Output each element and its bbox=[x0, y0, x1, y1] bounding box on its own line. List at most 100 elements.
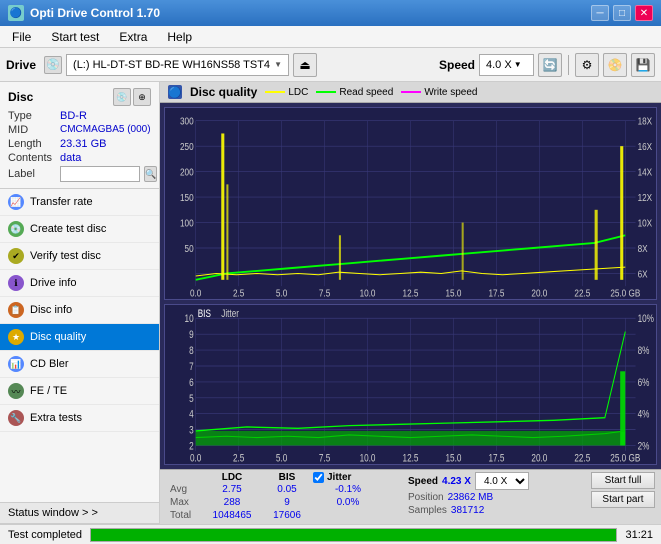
svg-text:8X: 8X bbox=[638, 243, 648, 254]
sidebar-item-disc-quality[interactable]: ★ Disc quality bbox=[0, 324, 159, 351]
svg-text:100: 100 bbox=[180, 218, 194, 229]
main-layout: Disc 💿 ⊕ Type BD-R MID CMCMAGBA5 (000) L… bbox=[0, 82, 661, 524]
speed-select[interactable]: 4.0 X 2.0 X 8.0 X bbox=[475, 472, 529, 490]
menu-bar: File Start test Extra Help bbox=[0, 26, 661, 48]
app-title: Opti Drive Control 1.70 bbox=[30, 6, 160, 20]
svg-text:50: 50 bbox=[185, 243, 194, 254]
max-jitter: 0.0% bbox=[313, 496, 383, 509]
disc-info-icon: 📋 bbox=[8, 302, 24, 318]
svg-text:7: 7 bbox=[189, 361, 194, 373]
svg-text:2.5: 2.5 bbox=[233, 452, 244, 464]
legend-read-speed-color bbox=[316, 91, 336, 93]
sidebar-item-verify-test-disc[interactable]: ✔ Verify test disc bbox=[0, 243, 159, 270]
stats-empty bbox=[166, 472, 202, 483]
position-label: Position bbox=[408, 492, 444, 503]
disc-label-input[interactable] bbox=[60, 166, 140, 182]
menu-help[interactable]: Help bbox=[159, 28, 200, 46]
svg-text:10X: 10X bbox=[638, 218, 653, 229]
sidebar-item-fe-te[interactable]: 〰 FE / TE bbox=[0, 378, 159, 405]
status-window-button[interactable]: Status window > > bbox=[0, 503, 159, 524]
svg-text:10%: 10% bbox=[638, 313, 655, 325]
start-full-button[interactable]: Start full bbox=[591, 472, 655, 489]
verify-test-disc-label: Verify test disc bbox=[30, 250, 101, 262]
maximize-button[interactable]: □ bbox=[613, 5, 631, 21]
max-bis: 9 bbox=[262, 496, 312, 509]
separator bbox=[568, 55, 569, 75]
total-ldc: 1048465 bbox=[202, 509, 262, 522]
nav-items: 📈 Transfer rate 💿 Create test disc ✔ Ver… bbox=[0, 189, 159, 502]
sidebar-item-extra-tests[interactable]: 🔧 Extra tests bbox=[0, 405, 159, 432]
settings-button[interactable]: ⚙ bbox=[575, 53, 599, 77]
close-button[interactable]: ✕ bbox=[635, 5, 653, 21]
start-part-button[interactable]: Start part bbox=[591, 491, 655, 508]
refresh-button[interactable]: 🔄 bbox=[538, 53, 562, 77]
svg-text:10.0: 10.0 bbox=[360, 452, 376, 464]
minimize-button[interactable]: ─ bbox=[591, 5, 609, 21]
svg-text:15.0: 15.0 bbox=[446, 288, 462, 299]
disc-type-value: BD-R bbox=[60, 110, 87, 122]
svg-text:25.0 GB: 25.0 GB bbox=[610, 452, 640, 464]
drive-info-label: Drive info bbox=[30, 277, 76, 289]
svg-text:0.0: 0.0 bbox=[190, 452, 201, 464]
svg-text:12.5: 12.5 bbox=[403, 452, 419, 464]
drive-info-icon: ℹ bbox=[8, 275, 24, 291]
disc-type-row: Type BD-R bbox=[8, 110, 151, 122]
drive-dropdown-value: (L:) HL-DT-ST BD-RE WH16NS58 TST4 bbox=[73, 59, 270, 71]
sidebar-item-drive-info[interactable]: ℹ Drive info bbox=[0, 270, 159, 297]
sidebar-item-cd-bler[interactable]: 📊 CD Bler bbox=[0, 351, 159, 378]
bis-chart-svg: 10 9 8 7 6 5 4 3 2 10% 8% 6% 4% 2% 0.0 bbox=[165, 305, 656, 464]
svg-text:10.0: 10.0 bbox=[360, 288, 376, 299]
media-button[interactable]: 📀 bbox=[603, 53, 627, 77]
app-status-bar: Test completed 31:21 bbox=[0, 524, 661, 544]
legend-ldc-label: LDC bbox=[288, 87, 308, 98]
svg-text:18X: 18X bbox=[638, 116, 653, 127]
disc-action-icon1[interactable]: 💿 bbox=[113, 88, 131, 106]
extra-tests-icon: 🔧 bbox=[8, 410, 24, 426]
cd-bler-label: CD Bler bbox=[30, 358, 69, 370]
svg-text:7.5: 7.5 bbox=[319, 288, 330, 299]
save-button[interactable]: 💾 bbox=[631, 53, 655, 77]
disc-contents-value: data bbox=[60, 152, 81, 164]
disc-length-label: Length bbox=[8, 138, 56, 150]
disc-length-row: Length 23.31 GB bbox=[8, 138, 151, 150]
svg-text:6X: 6X bbox=[638, 268, 648, 279]
sidebar-item-transfer-rate[interactable]: 📈 Transfer rate bbox=[0, 189, 159, 216]
status-message: Test completed bbox=[8, 529, 82, 541]
legend-write-speed-color bbox=[401, 91, 421, 93]
bottom-chart: 10 9 8 7 6 5 4 3 2 10% 8% 6% 4% 2% 0.0 bbox=[164, 304, 657, 465]
disc-panel-header: Disc 💿 ⊕ bbox=[8, 88, 151, 106]
chart-header: 🔵 Disc quality LDC Read speed Write spee… bbox=[160, 82, 661, 103]
svg-text:200: 200 bbox=[180, 167, 194, 178]
create-test-disc-label: Create test disc bbox=[30, 223, 106, 235]
legend-read-speed-label: Read speed bbox=[339, 87, 393, 98]
svg-text:9: 9 bbox=[189, 329, 194, 341]
menu-extra[interactable]: Extra bbox=[111, 28, 155, 46]
sidebar-item-disc-info[interactable]: 📋 Disc info bbox=[0, 297, 159, 324]
svg-text:5.0: 5.0 bbox=[276, 452, 287, 464]
jitter-checkbox[interactable] bbox=[313, 472, 324, 483]
menu-start-test[interactable]: Start test bbox=[43, 28, 107, 46]
action-buttons: Start full Start part bbox=[591, 472, 655, 508]
title-bar-left: 🔵 Opti Drive Control 1.70 bbox=[8, 5, 160, 21]
speed-display-label: Speed bbox=[408, 476, 438, 487]
drive-dropdown[interactable]: (L:) HL-DT-ST BD-RE WH16NS58 TST4 ▼ bbox=[66, 54, 289, 76]
svg-text:4%: 4% bbox=[638, 409, 650, 421]
disc-mid-row: MID CMCMAGBA5 (000) bbox=[8, 124, 151, 136]
svg-text:150: 150 bbox=[180, 192, 194, 203]
disc-label-icon[interactable]: 🔍 bbox=[144, 166, 157, 182]
svg-text:10: 10 bbox=[185, 313, 194, 325]
svg-text:8: 8 bbox=[189, 345, 194, 357]
menu-file[interactable]: File bbox=[4, 28, 39, 46]
fe-te-label: FE / TE bbox=[30, 385, 67, 397]
eject-button[interactable]: ⏏ bbox=[293, 53, 317, 77]
legend-write-speed: Write speed bbox=[401, 87, 477, 98]
toolbar: Drive 💿 (L:) HL-DT-ST BD-RE WH16NS58 TST… bbox=[0, 48, 661, 82]
legend-write-speed-label: Write speed bbox=[424, 87, 477, 98]
speed-dropdown[interactable]: 4.0 X ▼ bbox=[479, 54, 534, 76]
svg-text:5.0: 5.0 bbox=[276, 288, 287, 299]
svg-text:4: 4 bbox=[189, 409, 194, 421]
sidebar: Disc 💿 ⊕ Type BD-R MID CMCMAGBA5 (000) L… bbox=[0, 82, 160, 524]
sidebar-item-create-test-disc[interactable]: 💿 Create test disc bbox=[0, 216, 159, 243]
svg-text:250: 250 bbox=[180, 141, 194, 152]
disc-action-icon2[interactable]: ⊕ bbox=[133, 88, 151, 106]
